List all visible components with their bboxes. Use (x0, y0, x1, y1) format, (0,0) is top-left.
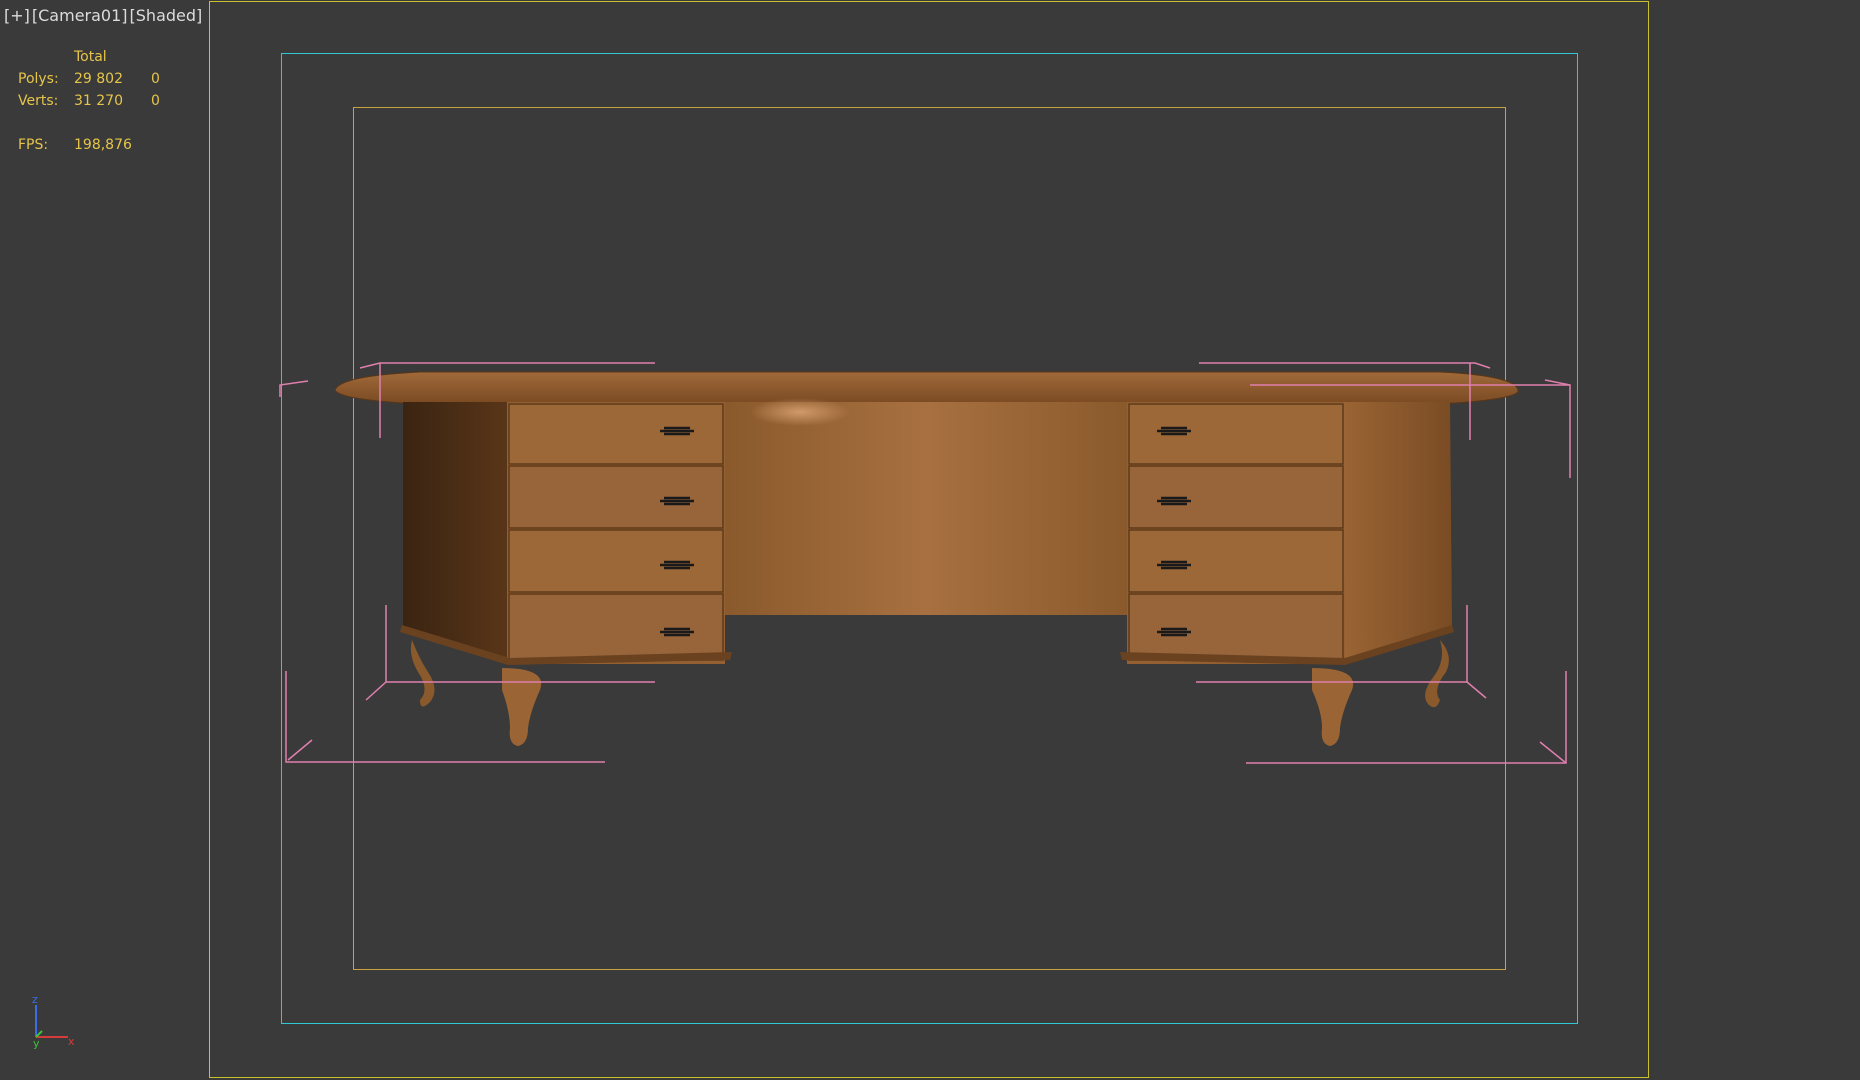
axis-tripod-icon: z y x (32, 995, 75, 1050)
viewport-scene[interactable] (0, 0, 1860, 1080)
bbox-corner (1539, 741, 1567, 764)
desk-leg (502, 668, 542, 746)
left-pedestal-side (403, 402, 510, 660)
drawer-handle (660, 560, 694, 570)
desk-model[interactable] (334, 371, 1519, 746)
drawer[interactable] (508, 403, 724, 465)
axis-x-label: x (68, 1035, 75, 1048)
drawer[interactable] (508, 465, 724, 529)
left-drawers (508, 403, 724, 661)
drawer-handle (1157, 627, 1191, 637)
desk-leg (410, 640, 435, 707)
desk-center-panel (725, 402, 1127, 615)
drawer-handle (660, 627, 694, 637)
desk-top (334, 371, 1519, 405)
bbox-corner (359, 362, 381, 369)
bbox-corner (365, 681, 387, 701)
bbox-corner (1466, 681, 1487, 699)
drawer-handle (660, 426, 694, 436)
drawer-handle (660, 496, 694, 506)
drawer[interactable] (508, 529, 724, 593)
drawer-handle (1157, 560, 1191, 570)
drawer-handle (1157, 426, 1191, 436)
bbox-corner (279, 380, 309, 397)
axis-z-label: z (32, 995, 38, 1006)
desk-leg (1425, 640, 1449, 708)
panel-highlight (750, 398, 850, 426)
drawer[interactable] (1128, 593, 1344, 661)
bbox-corner (1199, 362, 1491, 369)
desk-leg (1312, 668, 1354, 746)
bbox-corner (287, 739, 313, 761)
bbox-corner (285, 671, 605, 763)
right-pedestal-side (1343, 402, 1452, 662)
axis-y-label: y (33, 1037, 40, 1050)
bbox-corner (1246, 671, 1567, 764)
drawer-handle (1157, 496, 1191, 506)
drawer[interactable] (508, 593, 724, 661)
right-drawers (1128, 403, 1344, 661)
